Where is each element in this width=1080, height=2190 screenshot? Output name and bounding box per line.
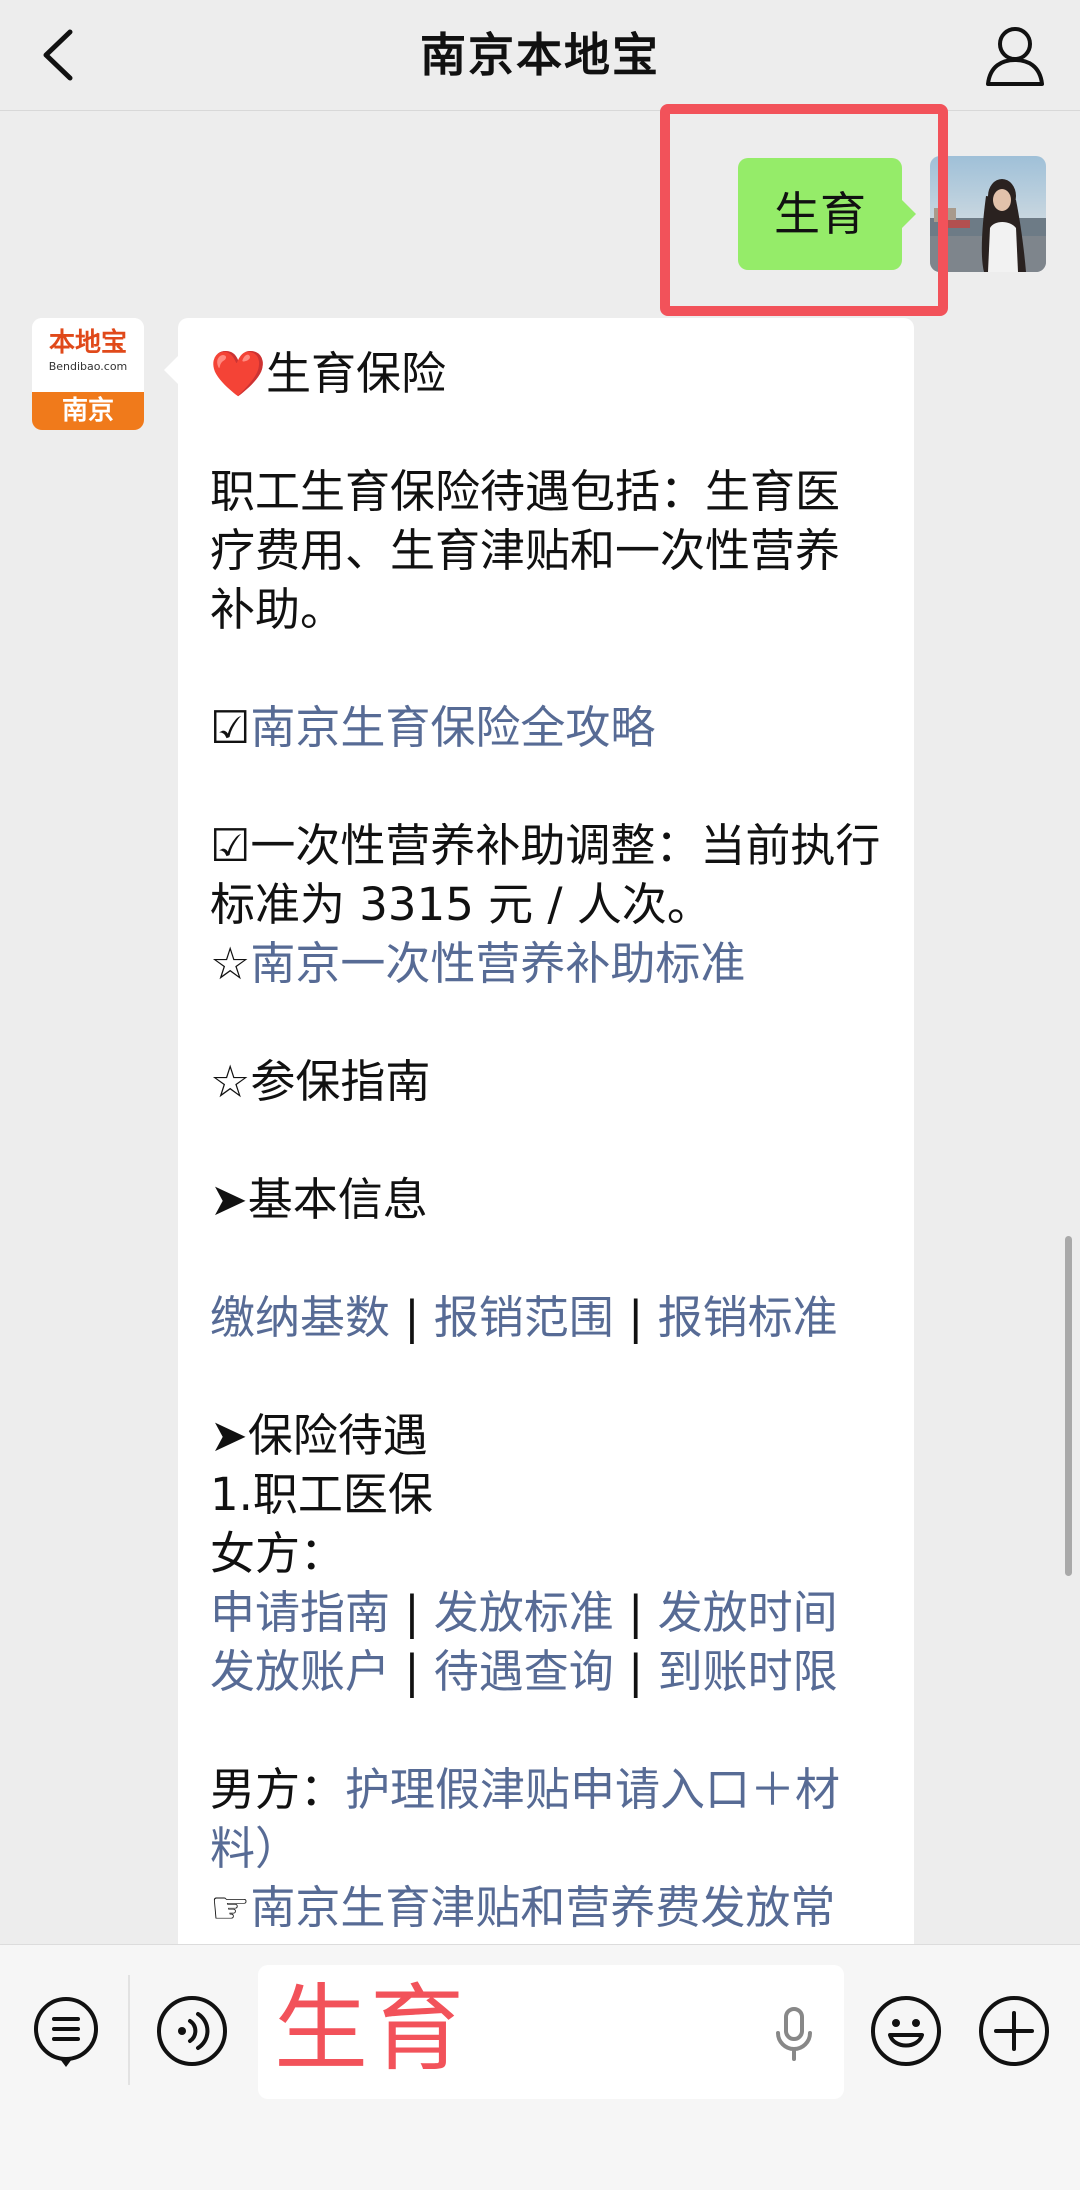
chat-screen: 南京本地宝 生育 本地宝 Bendibao.com 南京 ❤️生育保险 职工生育… (0, 0, 1080, 2190)
message-input[interactable]: 生育 (258, 1965, 844, 2099)
reply-heading: ❤️生育保险 (210, 344, 884, 403)
arrow-icon: ➤ (210, 1173, 248, 1226)
female-label: 女方： (210, 1527, 346, 1580)
link-faq[interactable]: 南京生育津贴和营养费发放常 (250, 1881, 835, 1934)
user-icon (986, 27, 1044, 86)
emoji-icon (871, 1996, 941, 2066)
highlight-annotation (660, 104, 948, 316)
checkbox-icon: ☑ (210, 701, 251, 754)
reply-heading-text: 生育保险 (266, 347, 447, 400)
enroll-heading: ☆参保指南 (210, 1052, 884, 1111)
link-separator: | (390, 1291, 434, 1344)
voice-button[interactable] (154, 1993, 230, 2069)
arrow-icon: ➤ (210, 1409, 248, 1462)
input-bar: 生育 (0, 1944, 1080, 2190)
basic-links-row: 缴纳基数 | 报销范围 | 报销标准 (210, 1288, 884, 1347)
scrollbar[interactable] (1065, 1236, 1072, 1576)
bot-logo: 本地宝 Bendibao.com (32, 318, 144, 392)
male-label: 男方： (210, 1763, 346, 1816)
faq-line: ☞南京生育津贴和营养费发放常 (210, 1878, 884, 1937)
link-reimburse-scope[interactable]: 报销范围 (434, 1291, 614, 1344)
benefits-heading: ➤保险待遇 (210, 1406, 884, 1465)
reply-intro: 职工生育保险待遇包括：生育医疗费用、生育津贴和一次性营养补助。 (210, 465, 841, 636)
plus-icon (979, 1996, 1049, 2066)
link-payment-account[interactable]: 发放账户 (210, 1645, 390, 1698)
plus-button[interactable] (976, 1993, 1052, 2069)
page-title: 南京本地宝 (420, 28, 660, 82)
link-separator: | (613, 1586, 658, 1639)
medical-line: 1.职工医保 (210, 1468, 433, 1521)
link-apply-guide[interactable]: 申请指南 (210, 1586, 390, 1639)
menu-button[interactable] (28, 1993, 104, 2069)
link-arrival-time[interactable]: 到账时限 (658, 1645, 838, 1698)
emoji-button[interactable] (868, 1993, 944, 2069)
male-line: 男方：护理假津贴申请入口＋材料） (210, 1760, 884, 1878)
link-contribution-base[interactable]: 缴纳基数 (210, 1291, 390, 1344)
input-bar-divider (128, 1975, 130, 2085)
female-links-row-2: 发放账户 | 待遇查询 | 到账时限 (210, 1642, 884, 1701)
female-links-row-1: 申请指南 | 发放标准 | 发放时间 (210, 1583, 884, 1642)
guide-line: ☑南京生育保险全攻略 (210, 698, 884, 757)
basic-info-text: 基本信息 (247, 1173, 428, 1226)
incoming-message-bubble: ❤️生育保险 职工生育保险待遇包括：生育医疗费用、生育津贴和一次性营养补助。 ☑… (178, 318, 914, 1958)
enroll-heading-text: 参保指南 (250, 1055, 431, 1108)
basic-info-heading: ➤基本信息 (210, 1170, 884, 1229)
voice-icon (157, 1996, 227, 2066)
adjust-text: 一次性营养补助调整：当前执行标准为 3315 元 / 人次。 (210, 819, 881, 931)
checkbox-icon: ☑ (210, 819, 251, 872)
link-reimburse-standard[interactable]: 报销标准 (658, 1291, 838, 1344)
adjust-line: ☑一次性营养补助调整：当前执行标准为 3315 元 / 人次。 (210, 816, 884, 934)
link-separator: | (613, 1291, 658, 1344)
bot-logo-name: 本地宝 (48, 328, 127, 358)
link-payment-time[interactable]: 发放时间 (658, 1586, 838, 1639)
link-payment-standard[interactable]: 发放标准 (434, 1586, 614, 1639)
microphone-icon[interactable] (766, 2005, 822, 2065)
star-icon: ☆ (210, 1055, 251, 1108)
link-separator: | (390, 1586, 434, 1639)
link-separator: | (390, 1645, 434, 1698)
nutrition-line: ☆南京一次性营养补助标准 (210, 934, 884, 993)
link-separator: | (613, 1645, 658, 1698)
link-benefit-query[interactable]: 待遇查询 (434, 1645, 614, 1698)
menu-list-icon (34, 1997, 98, 2067)
link-guide[interactable]: 南京生育保险全攻略 (250, 701, 655, 754)
chat-header: 南京本地宝 (0, 0, 1080, 111)
message-input-text: 生育 (274, 1975, 467, 2084)
profile-button[interactable] (980, 20, 1050, 90)
star-icon: ☆ (210, 937, 251, 990)
bot-avatar[interactable]: 本地宝 Bendibao.com 南京 (32, 318, 144, 430)
bot-logo-url: Bendibao.com (48, 360, 128, 373)
benefits-text: 保险待遇 (247, 1409, 428, 1462)
heart-icon: ❤️ (210, 347, 267, 400)
incoming-bubble-arrow (164, 356, 178, 384)
bot-logo-city: 南京 (32, 392, 144, 430)
link-nutrition[interactable]: 南京一次性营养补助标准 (250, 937, 745, 990)
pointer-icon: ☞ (210, 1881, 251, 1934)
